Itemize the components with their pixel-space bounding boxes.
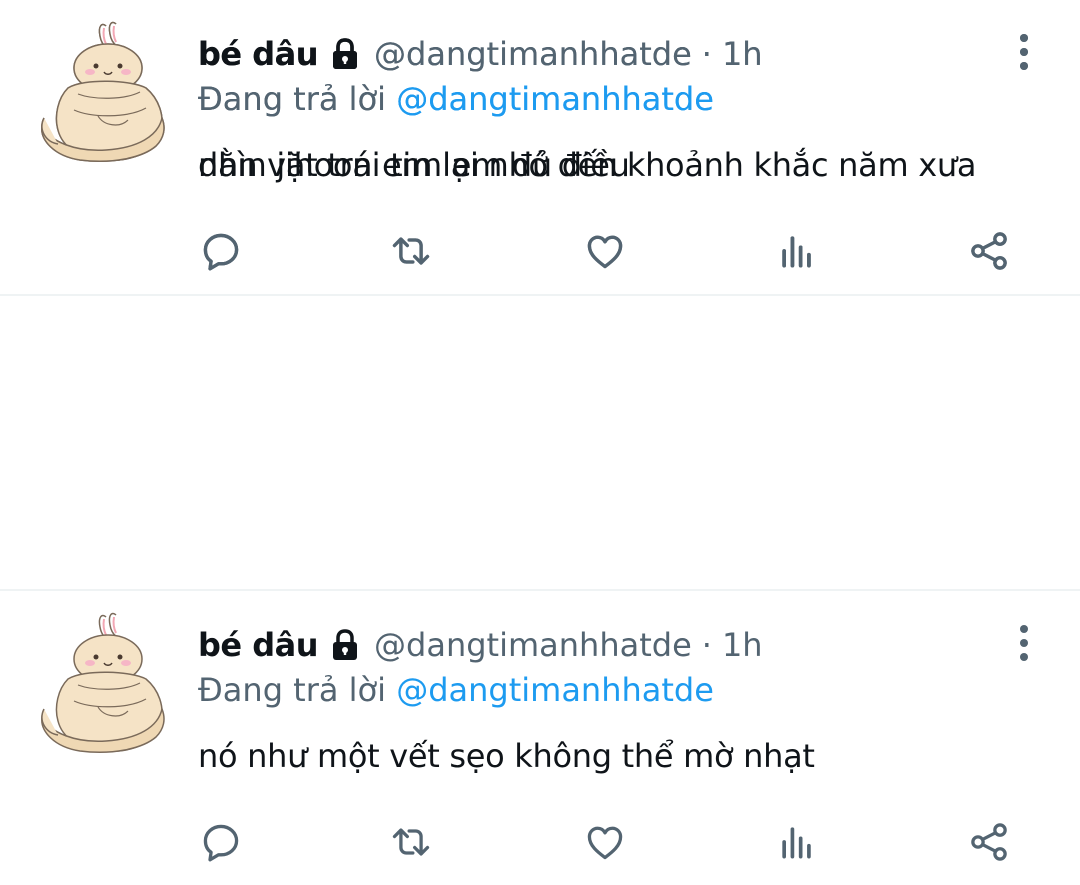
- heart-icon: [587, 235, 623, 269]
- reply-button[interactable]: [196, 817, 246, 867]
- display-name[interactable]: bé dâu: [198, 626, 319, 664]
- reply-button[interactable]: [196, 226, 246, 276]
- views-icon: [782, 827, 811, 859]
- tweet-header: bé dâu @dangtimanhhatde · 1h: [198, 30, 763, 78]
- replying-to-label: Đang trả lời: [198, 80, 387, 118]
- retweet-button[interactable]: [386, 226, 436, 276]
- display-name[interactable]: bé dâu: [198, 35, 319, 73]
- tweet-actions: [0, 817, 1080, 867]
- tweet-text: dằn vặt trái tim em đủ điều: [198, 146, 630, 184]
- tweet[interactable]: bé dâu @dangtimanhhatde · 1h Đang trả lờ…: [0, 0, 1080, 294]
- share-icon: [971, 823, 1007, 861]
- timestamp[interactable]: 1h: [722, 626, 763, 664]
- views-icon: [782, 236, 811, 268]
- tweet-text: nó như một vết sẹo không thể mờ nhạt: [198, 737, 815, 775]
- replying-to: Đang trả lời @dangtimanhhatde: [198, 671, 714, 709]
- views-button[interactable]: [772, 226, 822, 276]
- reply-icon: [203, 824, 239, 862]
- like-button[interactable]: [580, 226, 630, 276]
- like-button[interactable]: [580, 817, 630, 867]
- share-button[interactable]: [964, 226, 1014, 276]
- tweet-divider: [0, 589, 1080, 591]
- separator-dot: ·: [701, 626, 712, 664]
- retweet-button[interactable]: [386, 817, 436, 867]
- share-button[interactable]: [964, 817, 1014, 867]
- retweet-icon: [392, 828, 430, 856]
- share-icon: [971, 232, 1007, 270]
- tweet-divider: [0, 294, 1080, 296]
- user-handle[interactable]: @dangtimanhhatde: [374, 35, 692, 73]
- retweet-icon: [392, 237, 430, 265]
- replying-to: Đang trả lời @dangtimanhhatde: [198, 80, 714, 118]
- tweet[interactable]: bé dâu @dangtimanhhatde · 1h Đang trả lờ…: [0, 591, 1080, 885]
- timestamp[interactable]: 1h: [722, 35, 763, 73]
- lock-icon: [333, 38, 358, 69]
- separator-dot: ·: [701, 35, 712, 73]
- tweet-header: bé dâu @dangtimanhhatde · 1h: [198, 621, 763, 669]
- tweet-actions: [0, 226, 1080, 276]
- replying-to-mention[interactable]: @dangtimanhhatde: [396, 671, 714, 709]
- replying-to-label: Đang trả lời: [198, 671, 387, 709]
- user-handle[interactable]: @dangtimanhhatde: [374, 626, 692, 664]
- views-button[interactable]: [772, 817, 822, 867]
- avatar[interactable]: [28, 18, 178, 168]
- more-vertical-icon[interactable]: [1012, 32, 1036, 72]
- avatar[interactable]: [28, 609, 178, 759]
- reply-icon: [203, 233, 239, 271]
- lock-icon: [333, 629, 358, 660]
- heart-icon: [587, 826, 623, 860]
- replying-to-mention[interactable]: @dangtimanhhatde: [396, 80, 714, 118]
- tweet-feed: bé dâu @dangtimanhhatde · 1h Đang trả lờ…: [0, 0, 1080, 884]
- more-vertical-icon[interactable]: [1012, 623, 1036, 663]
